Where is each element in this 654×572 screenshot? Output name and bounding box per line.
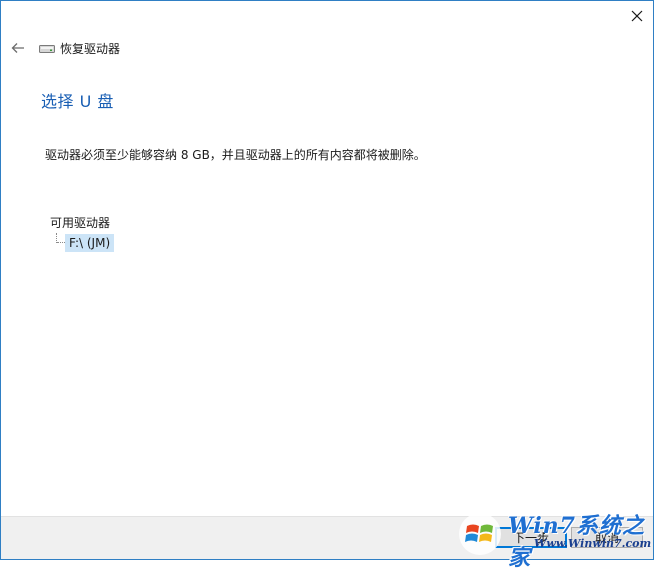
- drive-item-f[interactable]: F:\ (JM): [65, 234, 115, 252]
- recovery-drive-window: 恢复驱动器 选择 U 盘 驱动器必须至少能够容纳 8 GB，并且驱动器上的所有内…: [0, 0, 654, 560]
- back-arrow-icon: [11, 43, 24, 53]
- back-button[interactable]: [9, 39, 27, 57]
- cancel-button[interactable]: 取消: [571, 527, 643, 548]
- close-button[interactable]: [623, 3, 651, 29]
- footer-bar: 下一步 取消: [1, 516, 653, 559]
- page-heading: 选择 U 盘: [41, 92, 114, 111]
- next-button[interactable]: 下一步: [495, 527, 567, 548]
- page-description: 驱动器必须至少能够容纳 8 GB，并且驱动器上的所有内容都将被删除。: [45, 148, 426, 162]
- window-title: 恢复驱动器: [60, 41, 121, 56]
- tree-connector-horizontal: [57, 242, 65, 244]
- drive-icon: [39, 42, 55, 54]
- close-icon: [631, 10, 643, 22]
- window-title-row: 恢复驱动器: [39, 39, 120, 57]
- available-drives-label: 可用驱动器: [50, 216, 111, 230]
